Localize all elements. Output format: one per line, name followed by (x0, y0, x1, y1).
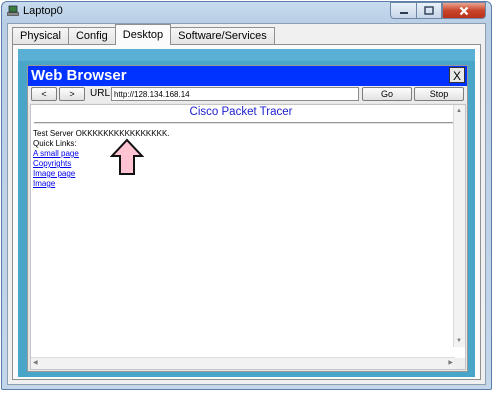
url-input[interactable] (111, 87, 359, 101)
tab-physical[interactable]: Physical (12, 27, 69, 45)
scrollbar-corner (454, 358, 465, 369)
minimize-button[interactable] (390, 2, 416, 19)
minimize-icon (399, 11, 408, 14)
page-title: Cisco Packet Tracer (189, 106, 293, 118)
link-image-page[interactable]: Image page (33, 169, 75, 178)
tab-bar: Physical Config Desktop Software/Service… (12, 24, 275, 45)
tab-desktop[interactable]: Desktop (114, 24, 172, 45)
vertical-scrollbar[interactable]: ▲ ▼ (453, 105, 465, 347)
tab-software-services[interactable]: Software/Services (170, 27, 275, 45)
laptop-icon (7, 5, 19, 16)
scroll-down-icon[interactable]: ▼ (456, 337, 462, 345)
web-browser-window: Web Browser X < > URL Go Stop Cisco Pack… (27, 65, 468, 372)
link-image[interactable]: Image (33, 179, 55, 188)
desktop-area: Web Browser X < > URL Go Stop Cisco Pack… (18, 49, 475, 377)
quick-links-heading: Quick Links: (33, 139, 77, 148)
scroll-left-icon[interactable]: ◀ (33, 359, 38, 367)
browser-viewport[interactable]: Cisco Packet Tracer Test Server OKKKKKKK… (30, 104, 466, 370)
forward-button[interactable]: > (59, 87, 85, 101)
horizontal-scrollbar[interactable]: ◀ ▶ (31, 357, 455, 369)
url-label: URL (90, 88, 111, 99)
scroll-up-icon[interactable]: ▲ (456, 107, 462, 115)
browser-close-button[interactable]: X (449, 67, 465, 83)
browser-toolbar: < > URL Go Stop (28, 86, 467, 103)
window-controls (390, 2, 486, 20)
link-copyrights[interactable]: Copyrights (33, 159, 71, 168)
back-button[interactable]: < (31, 87, 57, 101)
browser-title: Web Browser (31, 67, 127, 84)
maximize-icon (424, 6, 434, 15)
window-title: Laptop0 (23, 5, 63, 17)
window-client-area: Physical Config Desktop Software/Service… (7, 23, 486, 385)
up-arrow-icon (110, 138, 144, 175)
close-icon (459, 6, 469, 15)
desktop-top-strip (18, 49, 475, 61)
page-divider (34, 122, 460, 124)
go-button[interactable]: Go (362, 87, 412, 101)
browser-title-bar: Web Browser X (28, 66, 467, 86)
tab-config[interactable]: Config (67, 27, 116, 45)
stop-button[interactable]: Stop (414, 87, 464, 101)
scroll-right-icon[interactable]: ▶ (448, 359, 453, 367)
maximize-button[interactable] (416, 2, 442, 19)
link-small-page[interactable]: A small page (33, 149, 79, 158)
title-bar[interactable]: Laptop0 (2, 2, 491, 22)
app-window: Laptop0 Physical Config Desktop Software… (1, 1, 492, 390)
tab-panel: Web Browser X < > URL Go Stop Cisco Pack… (12, 44, 481, 380)
status-line: Test Server OKKKKKKKKKKKKKKKK. (33, 129, 170, 138)
close-window-button[interactable] (442, 2, 486, 19)
